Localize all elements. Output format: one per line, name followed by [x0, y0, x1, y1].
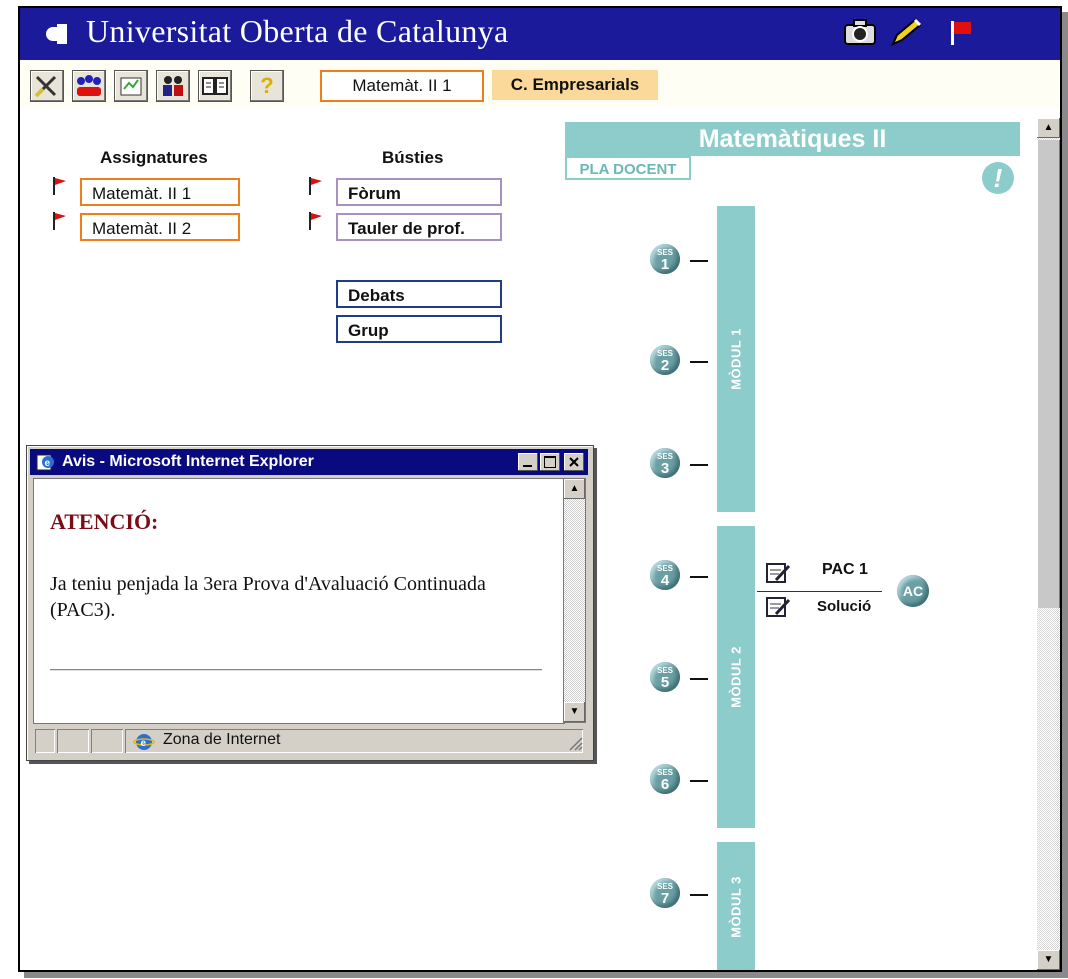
session-3-icon[interactable]: SES 3 [650, 448, 680, 478]
popup-scrollbar[interactable]: ▲ ▼ [563, 478, 586, 723]
svg-text:e: e [45, 458, 51, 469]
connector [690, 576, 708, 578]
flag-icon [53, 212, 66, 230]
flag-icon[interactable] [942, 15, 978, 49]
subject-link-1[interactable]: Matemàt. II 1 [80, 178, 240, 206]
tauler-link[interactable]: Tauler de prof. [336, 213, 502, 241]
internet-zone-icon: e [133, 734, 155, 750]
popup-statusbar: e Zona de Internet [33, 727, 585, 755]
pac-divider [757, 591, 882, 592]
pen-icon[interactable] [888, 15, 924, 49]
session-6-icon[interactable]: SES 6 [650, 764, 680, 794]
grup-link[interactable]: Grup [336, 315, 502, 343]
connector [690, 464, 708, 466]
busties-heading: Bústies [382, 148, 444, 167]
popup-scroll-down[interactable]: ▼ [564, 702, 585, 722]
debats-link[interactable]: Debats [336, 280, 502, 308]
scroll-up-button[interactable]: ▲ [1037, 118, 1060, 138]
solution-label[interactable]: Solució [817, 598, 871, 615]
ac-icon[interactable]: AC [897, 575, 929, 607]
popup-message: Ja teniu penjada la 3era Prova d'Avaluac… [50, 573, 486, 621]
forum-link[interactable]: Fòrum [336, 178, 502, 206]
connector [690, 361, 708, 363]
module-3[interactable]: MÒDUL 3 [717, 842, 755, 970]
connector [690, 260, 708, 262]
session-5-icon[interactable]: SES 5 [650, 662, 680, 692]
scroll-down-button[interactable]: ▼ [1037, 950, 1060, 970]
activities-icon[interactable] [114, 70, 148, 102]
popup-content: ATENCIÓ: Ja teniu penjada la 3era Prova … [33, 478, 565, 724]
alert-popup-window: e Avis - Microsoft Internet Explorer ATE… [26, 445, 594, 761]
popup-scroll-up[interactable]: ▲ [564, 479, 585, 499]
maximize-button[interactable] [540, 453, 560, 471]
session-1-icon[interactable]: SES 1 [650, 244, 680, 274]
close-button[interactable] [564, 453, 584, 471]
book-icon[interactable] [198, 70, 232, 102]
popup-divider [50, 669, 542, 671]
connector [690, 780, 708, 782]
flag-icon [309, 177, 322, 195]
scroll-thumb[interactable] [1037, 140, 1060, 608]
current-subject-field[interactable]: Matemàt. II 1 [320, 70, 484, 102]
document-edit-icon[interactable] [762, 560, 792, 586]
flag-icon [309, 212, 322, 230]
session-2-icon[interactable]: SES 2 [650, 345, 680, 375]
minimize-button[interactable] [518, 453, 538, 471]
popup-titlebar[interactable]: e Avis - Microsoft Internet Explorer [30, 449, 588, 475]
module-1[interactable]: MÒDUL 1 [717, 206, 755, 512]
ie-icon: e [36, 454, 54, 471]
subject-link-2[interactable]: Matemàt. II 2 [80, 213, 240, 241]
resize-grip-icon[interactable] [567, 735, 583, 751]
connector [690, 678, 708, 680]
status-cell [91, 729, 123, 753]
popup-heading: ATENCIÓ: [50, 509, 159, 534]
course-title: Matemàtiques II [565, 122, 1020, 156]
popup-title: Avis - Microsoft Internet Explorer [62, 453, 314, 470]
document-edit-icon[interactable] [762, 594, 792, 620]
help-button[interactable]: ? [250, 70, 284, 102]
session-7-icon[interactable]: SES 7 [650, 878, 680, 908]
main-scrollbar[interactable]: ▲ ▼ [1037, 118, 1060, 970]
connector [690, 894, 708, 896]
header-bar: Universitat Oberta de Catalunya [20, 8, 1060, 60]
browser-frame: Universitat Oberta de Catalunya ? Matemà… [18, 6, 1062, 972]
users-icon[interactable] [156, 70, 190, 102]
svg-text:e: e [141, 738, 147, 749]
flag-icon [53, 177, 66, 195]
university-title: Universitat Oberta de Catalunya [86, 13, 509, 49]
tools-icon[interactable] [30, 70, 64, 102]
alert-icon[interactable]: ! [982, 162, 1014, 194]
toolbar: ? Matemàt. II 1 C. Empresarials [20, 60, 1060, 108]
camera-icon[interactable] [842, 15, 878, 49]
uoc-logo-bar [57, 24, 67, 44]
group-icon[interactable] [72, 70, 106, 102]
assignatures-heading: Assignatures [100, 148, 208, 167]
pla-docent-link[interactable]: PLA DOCENT [565, 156, 691, 180]
status-zone-text: Zona de Internet [163, 731, 281, 748]
pac-label[interactable]: PAC 1 [822, 561, 868, 579]
session-4-icon[interactable]: SES 4 [650, 560, 680, 590]
status-cell [35, 729, 55, 753]
module-2[interactable]: MÒDUL 2 [717, 526, 755, 828]
status-cell [57, 729, 89, 753]
degree-label: C. Empresarials [492, 70, 658, 100]
